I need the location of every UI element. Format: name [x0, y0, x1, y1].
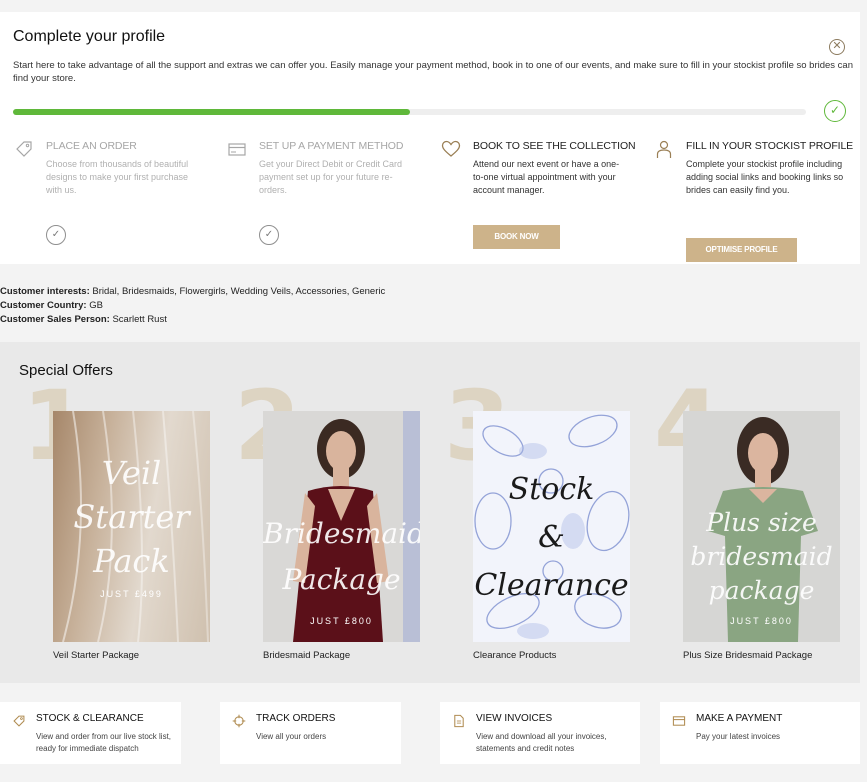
quick-link-description: Pay your latest invoices: [696, 732, 781, 741]
customer-interests-label: Customer interests:: [0, 286, 90, 297]
offer-image-line: Package: [282, 563, 401, 596]
quick-link-title: STOCK & CLEARANCE: [36, 713, 144, 724]
offer-clearance[interactable]: 3 Stock: [420, 342, 630, 683]
offer-image-line: Bridesmaid: [263, 517, 420, 550]
offer-image-line: Pack: [93, 542, 170, 580]
step-payment-method: SET UP A PAYMENT METHOD Get your Direct …: [227, 139, 427, 249]
step-description: Get your Direct Debit or Credit Card pay…: [259, 159, 403, 195]
offer-image-line: package: [708, 576, 815, 605]
crosshair-icon: [232, 714, 246, 728]
offer-image-title: Veil Starter Pack: [53, 451, 210, 583]
offer-veil-starter[interactable]: 1 Veil Starter Pack JUST £499 Veil Start…: [0, 342, 210, 683]
step-title: FILL IN YOUR STOCKIST PROFILE: [686, 140, 854, 152]
customer-info: Customer interests: Bridal, Bridesmaids,…: [0, 285, 385, 327]
offer-image-title: Bridesmaid Package: [263, 511, 420, 603]
step-book-collection: BOOK TO SEE THE COLLECTION Attend our ne…: [441, 139, 641, 254]
step-description: Choose from thousands of beautiful desig…: [46, 159, 189, 195]
offer-image-line: Clearance: [474, 568, 629, 603]
offer-price: JUST £499: [100, 589, 163, 599]
customer-sales-label: Customer Sales Person:: [0, 314, 110, 325]
book-now-button[interactable]: BOOK NOW: [473, 225, 560, 249]
customer-interests-row: Customer interests: Bridal, Bridesmaids,…: [0, 285, 385, 299]
check-icon: ✓: [259, 225, 279, 245]
quick-link-make-payment[interactable]: MAKE A PAYMENT Pay your latest invoices: [660, 702, 860, 764]
offer-image: Veil Starter Pack JUST £499: [53, 411, 210, 642]
step-title: PLACE AN ORDER: [46, 140, 137, 152]
tag-icon: [13, 715, 25, 727]
offer-image: Bridesmaid Package JUST £800: [263, 411, 420, 642]
quick-link-track-orders[interactable]: TRACK ORDERS View all your orders: [220, 702, 401, 764]
progress-complete-icon: ✓: [824, 100, 846, 122]
customer-country-value: GB: [89, 300, 103, 311]
credit-card-icon: [228, 143, 246, 156]
quick-link-description: View all your orders: [256, 732, 327, 741]
progress-fill: [13, 109, 410, 115]
offer-plus-size-bridesmaid[interactable]: 4 Plus size bridesmaid package JUST £800…: [630, 342, 840, 683]
quick-link-view-invoices[interactable]: VIEW INVOICES View and download all your…: [440, 702, 640, 764]
offer-image: Plus size bridesmaid package JUST £800: [683, 411, 840, 642]
offer-image-line: &: [538, 520, 565, 555]
step-description: Complete your stockist profile including…: [686, 159, 844, 195]
offer-image: Stock & Clearance: [473, 411, 630, 642]
customer-sales-row: Customer Sales Person: Scarlett Rust: [0, 313, 385, 327]
step-description: Attend our next event or have a one-to-o…: [473, 159, 620, 195]
offer-bridesmaid[interactable]: 2 Bridesmaid Package JUST £800 Bridesmai…: [210, 342, 420, 683]
customer-country-label: Customer Country:: [0, 300, 87, 311]
customer-country-row: Customer Country: GB: [0, 299, 385, 313]
step-title: BOOK TO SEE THE COLLECTION: [473, 140, 636, 152]
offer-caption[interactable]: Clearance Products: [473, 650, 556, 661]
profile-intro: Start here to take advantage of all the …: [13, 60, 853, 84]
step-stockist-profile: FILL IN YOUR STOCKIST PROFILE Complete y…: [654, 139, 854, 264]
offer-image-title: Stock & Clearance: [473, 466, 630, 610]
optimise-profile-button[interactable]: OPTIMISE PROFILE: [686, 238, 797, 262]
profile-card: Complete your profile ✕ Start here to ta…: [0, 12, 860, 264]
offer-image-line: Stock: [508, 472, 595, 507]
offer-caption[interactable]: Veil Starter Package: [53, 650, 139, 661]
special-offers-section: Special Offers 1 Veil Starter Pack JUST …: [0, 342, 860, 683]
quick-link-description: View and download all your invoices, sta…: [476, 732, 607, 753]
heart-icon: [441, 140, 461, 157]
step-place-order: PLACE AN ORDER Choose from thousands of …: [14, 139, 214, 249]
quick-link-title: TRACK ORDERS: [256, 713, 336, 724]
credit-card-icon: [672, 716, 686, 726]
offer-price: JUST £800: [310, 616, 373, 626]
close-icon[interactable]: ✕: [829, 39, 845, 55]
quick-link-stock-clearance[interactable]: STOCK & CLEARANCE View and order from ou…: [0, 702, 181, 764]
offer-image-title: Plus size bridesmaid package: [683, 506, 840, 608]
user-icon: [656, 140, 672, 158]
offer-price: JUST £800: [730, 616, 793, 626]
offer-image-line: Veil: [101, 454, 162, 492]
offer-image-line: Starter: [73, 498, 190, 536]
tag-icon: [16, 141, 32, 157]
document-icon: [454, 714, 464, 728]
progress-bar: [13, 109, 806, 115]
offer-image-line: bridesmaid: [690, 542, 833, 571]
check-icon: ✓: [46, 225, 66, 245]
offer-image-line: Plus size: [706, 508, 817, 537]
customer-interests-value: Bridal, Bridesmaids, Flowergirls, Weddin…: [92, 286, 386, 297]
customer-sales-value: Scarlett Rust: [112, 314, 167, 325]
quick-link-description: View and order from our live stock list,…: [36, 732, 172, 753]
offer-caption[interactable]: Plus Size Bridesmaid Package: [683, 650, 812, 661]
quick-link-title: MAKE A PAYMENT: [696, 713, 783, 724]
quick-link-title: VIEW INVOICES: [476, 713, 553, 724]
step-title: SET UP A PAYMENT METHOD: [259, 140, 404, 152]
profile-title: Complete your profile: [13, 28, 166, 45]
offer-caption[interactable]: Bridesmaid Package: [263, 650, 350, 661]
